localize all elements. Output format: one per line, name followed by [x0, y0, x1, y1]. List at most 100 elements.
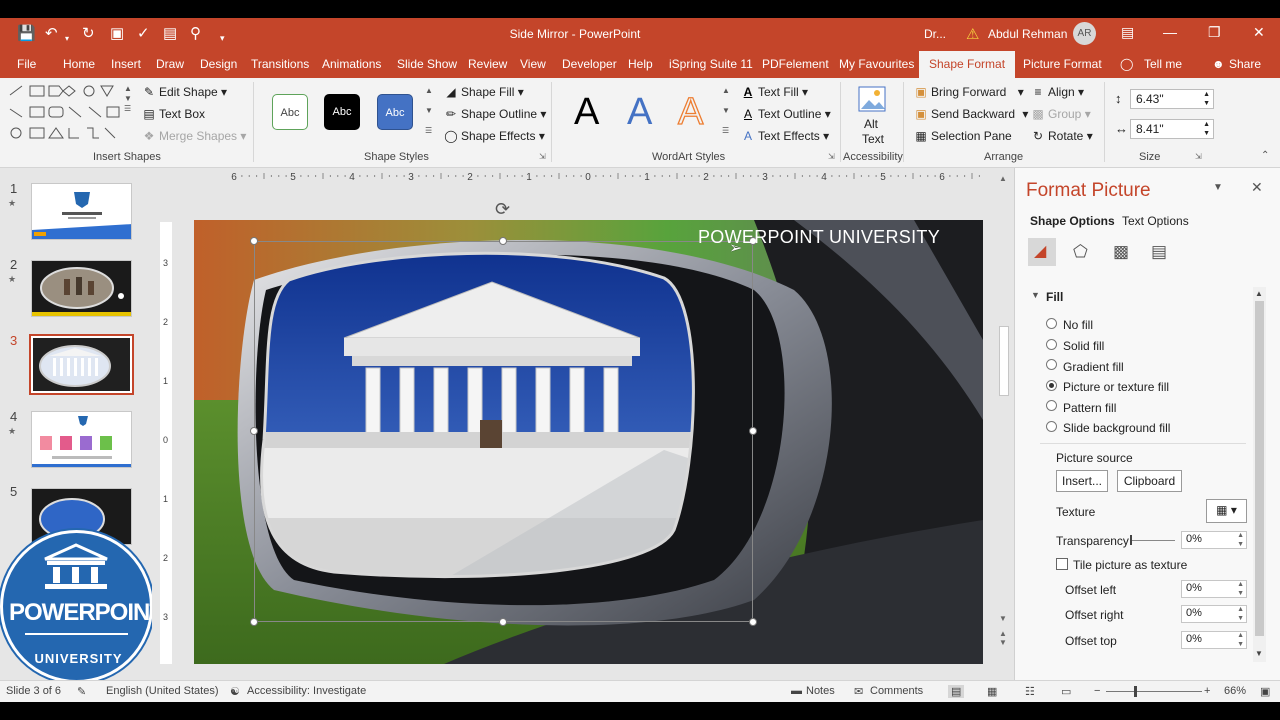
wordart-scroll[interactable]: ▲ ▼ ☰ — [722, 86, 732, 136]
text-effects-button[interactable]: A Text Effects ▾ — [741, 129, 829, 143]
zoom-level[interactable]: 66% — [1224, 685, 1246, 697]
notes-button[interactable]: Notes — [806, 685, 835, 697]
pane-scroll-up-icon[interactable]: ▲ — [1255, 289, 1263, 298]
gradient-fill-radio[interactable] — [1046, 359, 1057, 370]
tab-review[interactable]: Review — [468, 57, 507, 71]
tab-my-favourites[interactable]: My Favourites — [839, 57, 914, 71]
text-options-tab[interactable]: Text Options — [1122, 214, 1189, 228]
shape-options-tab[interactable]: Shape Options — [1030, 214, 1115, 228]
wordart-style-1[interactable]: A — [574, 92, 599, 132]
wordart-style-3[interactable]: A — [677, 91, 704, 132]
shape-styles-launcher-icon[interactable]: ⇲ — [539, 152, 546, 161]
text-box-button[interactable]: ▤ Text Box — [142, 107, 205, 121]
accessibility-status[interactable]: Accessibility: Investigate — [247, 685, 366, 697]
text-fill-button[interactable]: A Text Fill ▾ — [741, 85, 808, 99]
edit-shape-button[interactable]: ✎ Edit Shape ▾ — [142, 85, 227, 99]
ribbon-display-options-icon[interactable]: ▤ — [1121, 24, 1134, 41]
previous-slide-icon[interactable]: ▲ — [999, 629, 1007, 638]
slide-counter[interactable]: Slide 3 of 6 — [6, 685, 61, 697]
slideshow-icon[interactable]: ▭ — [1061, 685, 1071, 698]
normal-view-icon[interactable]: ▤ — [948, 685, 965, 698]
bring-forward-button[interactable]: ▣ Bring Forward ▾ — [914, 85, 1023, 99]
height-input[interactable]: 6.43" ▲ ▼ — [1130, 89, 1214, 109]
transparency-slider-thumb[interactable] — [1130, 535, 1132, 545]
picture-icon[interactable]: ▤ — [1151, 242, 1167, 262]
slide-background-fill-label[interactable]: Slide background fill — [1063, 421, 1170, 435]
rotate-button[interactable]: ↻ Rotate ▾ — [1031, 129, 1093, 143]
scroll-thumb[interactable] — [999, 326, 1009, 396]
zoom-slider-thumb[interactable] — [1134, 686, 1137, 697]
restore-icon[interactable]: ❐ — [1208, 24, 1221, 41]
pane-scroll-thumb[interactable] — [1255, 301, 1264, 636]
next-slide-icon[interactable]: ▼ — [999, 638, 1007, 647]
scroll-down-icon[interactable]: ▼ — [999, 614, 1007, 623]
resize-handle[interactable] — [250, 237, 258, 245]
pattern-fill-radio[interactable] — [1046, 400, 1057, 411]
offset-right-spinner-icon[interactable]: ▲ ▼ — [1237, 605, 1244, 623]
shape-outline-button[interactable]: ✏ Shape Outline ▾ — [444, 107, 546, 121]
tab-view[interactable]: View — [520, 57, 546, 71]
offset-top-input[interactable]: 0% ▲ ▼ — [1181, 631, 1247, 649]
size-properties-icon[interactable]: ▩ — [1113, 242, 1129, 262]
comments-button[interactable]: Comments — [870, 685, 923, 697]
insert-picture-button[interactable]: Insert... — [1056, 470, 1108, 492]
zoom-slider[interactable] — [1106, 691, 1202, 692]
share-button[interactable]: Share — [1229, 57, 1261, 71]
offset-left-spinner-icon[interactable]: ▲ ▼ — [1237, 580, 1244, 598]
offset-top-spinner-icon[interactable]: ▲ ▼ — [1237, 631, 1244, 649]
tab-transitions[interactable]: Transitions — [251, 57, 309, 71]
resize-handle[interactable] — [749, 427, 757, 435]
tab-slide-show[interactable]: Slide Show — [397, 57, 457, 71]
slide-canvas[interactable] — [194, 220, 983, 664]
spelling-icon[interactable]: ✎ — [77, 685, 86, 698]
pane-scrollbar[interactable]: ▲ ▼ — [1253, 287, 1266, 662]
notes-icon[interactable]: ▬ — [791, 685, 802, 697]
shape-style-1[interactable]: Abc — [272, 94, 308, 130]
height-spinner-icon[interactable]: ▲ ▼ — [1203, 90, 1210, 108]
tab-pdfelement[interactable]: PDFelement — [762, 57, 829, 71]
resize-handle[interactable] — [749, 618, 757, 626]
clipboard-button[interactable]: Clipboard — [1117, 470, 1182, 492]
no-fill-radio[interactable] — [1046, 318, 1057, 329]
resize-handle[interactable] — [250, 618, 258, 626]
tab-ispring[interactable]: iSpring Suite 11 — [669, 57, 753, 71]
merge-shapes-button[interactable]: ❖ Merge Shapes ▾ — [142, 129, 247, 143]
tab-developer[interactable]: Developer — [562, 57, 617, 71]
tab-animations[interactable]: Animations — [322, 57, 381, 71]
avatar[interactable]: AR — [1073, 22, 1096, 45]
resize-handle[interactable] — [499, 618, 507, 626]
minimize-icon[interactable]: — — [1163, 24, 1177, 40]
shape-fill-button[interactable]: ◢ Shape Fill ▾ — [444, 85, 523, 99]
shape-style-2[interactable]: Abc — [324, 94, 360, 130]
alt-text-button[interactable]: Alt — [864, 117, 878, 131]
tab-draw[interactable]: Draw — [156, 57, 184, 71]
slide-thumbnail-4[interactable] — [31, 411, 132, 468]
wordart-style-2[interactable]: A — [627, 92, 652, 132]
tab-help[interactable]: Help — [628, 57, 653, 71]
picture-texture-fill-label[interactable]: Picture or texture fill — [1063, 380, 1169, 394]
collapse-ribbon-icon[interactable]: ⌃ — [1261, 150, 1269, 161]
tile-picture-label[interactable]: Tile picture as texture — [1073, 558, 1187, 572]
transparency-input[interactable]: 0% ▲ ▼ — [1181, 531, 1247, 549]
solid-fill-radio[interactable] — [1046, 339, 1057, 350]
rotate-handle-icon[interactable]: ⟳ — [495, 199, 510, 220]
user-name[interactable]: Abdul Rehman — [988, 27, 1067, 41]
selection-pane-button[interactable]: ▦ Selection Pane — [914, 129, 1011, 143]
slide-thumbnail-3[interactable] — [29, 334, 134, 395]
fill-section-header[interactable]: Fill — [1046, 290, 1063, 304]
tab-picture-format[interactable]: Picture Format — [1023, 57, 1102, 71]
tile-picture-checkbox[interactable] — [1056, 558, 1068, 570]
comments-icon[interactable]: ✉ — [854, 685, 863, 698]
width-input[interactable]: 8.41" ▲ ▼ — [1130, 119, 1214, 139]
scroll-up-icon[interactable]: ▲ — [999, 174, 1007, 183]
tab-insert[interactable]: Insert — [111, 57, 141, 71]
pane-close-icon[interactable]: ✕ — [1251, 179, 1263, 196]
resize-handle[interactable] — [250, 427, 258, 435]
picture-texture-fill-radio[interactable] — [1046, 380, 1057, 391]
effects-pentagon-icon[interactable]: ⬠ — [1073, 242, 1088, 262]
warning-icon[interactable]: ⚠ — [966, 25, 979, 43]
resize-handle[interactable] — [499, 237, 507, 245]
tab-design[interactable]: Design — [200, 57, 237, 71]
transparency-slider[interactable] — [1131, 540, 1175, 541]
fit-to-window-icon[interactable]: ▣ — [1260, 685, 1270, 698]
